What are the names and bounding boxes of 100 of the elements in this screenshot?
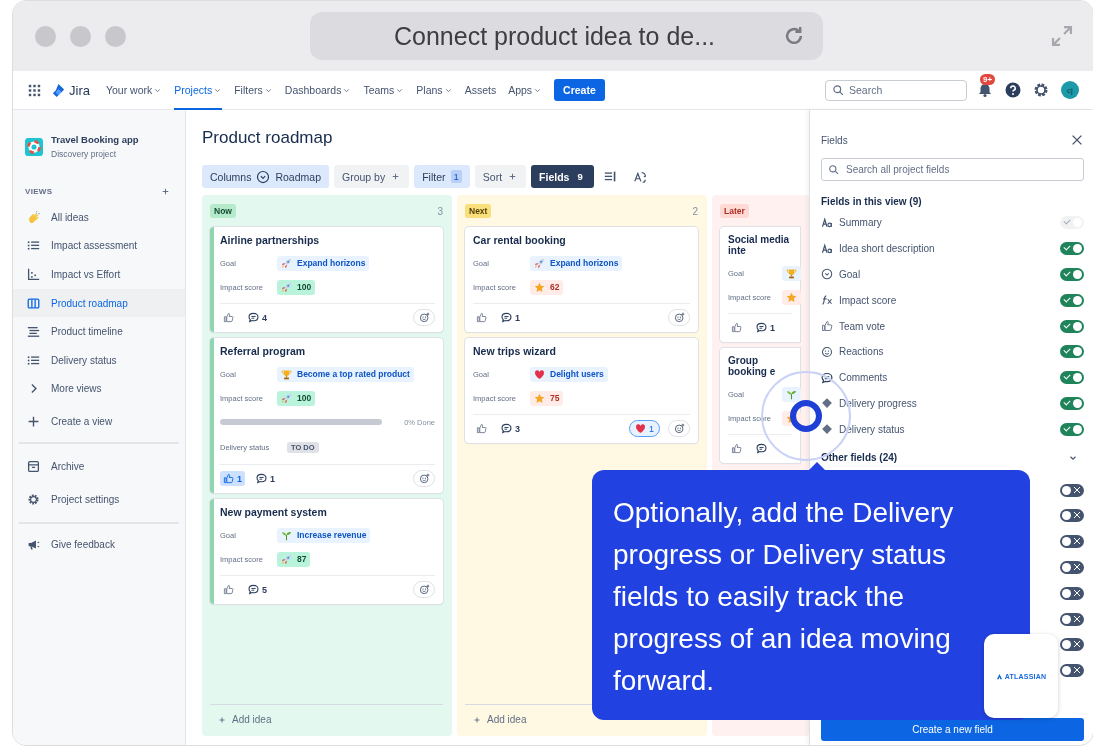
comments-button[interactable]: 1 bbox=[753, 320, 778, 335]
sidebar-item[interactable]: All ideas bbox=[13, 203, 185, 232]
sidebar-item[interactable]: Give feedback bbox=[13, 529, 185, 559]
toggle[interactable] bbox=[1060, 422, 1084, 436]
close-button[interactable] bbox=[1070, 133, 1084, 147]
create-button[interactable]: Create bbox=[554, 79, 605, 101]
create-field-button[interactable]: Create a new field bbox=[821, 718, 1084, 741]
sidebar-item[interactable]: Delivery status bbox=[13, 345, 185, 375]
sprout-icon bbox=[786, 388, 797, 400]
toggle[interactable] bbox=[1060, 319, 1084, 333]
add-idea-button[interactable]: Add idea bbox=[210, 704, 443, 734]
section-heading: VIEWS bbox=[25, 187, 53, 196]
toggle[interactable] bbox=[1060, 560, 1084, 574]
comments-button[interactable]: 1 bbox=[253, 471, 279, 486]
sidebar-item[interactable]: Project settings bbox=[13, 482, 185, 516]
address-bar[interactable]: Connect product idea to de... bbox=[310, 12, 823, 60]
nav-item[interactable]: Plans bbox=[416, 70, 453, 110]
column-label: Now bbox=[210, 204, 236, 218]
comments-button[interactable]: 1 bbox=[498, 310, 523, 325]
toggle[interactable] bbox=[1060, 293, 1084, 307]
nav-item[interactable]: Dashboards bbox=[284, 70, 352, 110]
toolbar-button[interactable]: Sort bbox=[474, 165, 527, 188]
thumbs-up-icon bbox=[223, 473, 234, 484]
settings-icon bbox=[27, 492, 40, 506]
toggle[interactable] bbox=[1060, 242, 1084, 256]
comments-button[interactable]: 3 bbox=[498, 421, 523, 436]
reaction-button[interactable]: 1 bbox=[629, 420, 660, 437]
plus-icon bbox=[27, 414, 40, 428]
star-icon bbox=[534, 281, 545, 293]
project-type: Discovery project bbox=[51, 149, 118, 159]
goal-tag: Increase revenue bbox=[277, 527, 371, 543]
toggle[interactable] bbox=[1060, 396, 1084, 410]
toggle[interactable] bbox=[1060, 664, 1084, 678]
search-field[interactable]: Search bbox=[825, 79, 967, 101]
nav-item[interactable]: Assets bbox=[464, 70, 497, 110]
archive-icon bbox=[27, 459, 40, 473]
sidebar-item[interactable]: Impact vs Effort bbox=[13, 260, 185, 289]
nav-item[interactable]: Apps bbox=[508, 70, 543, 110]
add-reaction-icon bbox=[418, 312, 430, 323]
sidebar-item[interactable]: Impact assessment bbox=[13, 231, 185, 261]
search-icon bbox=[832, 84, 844, 96]
scatter-chart-icon bbox=[27, 268, 40, 281]
comment-icon bbox=[501, 312, 512, 323]
toolbar-button[interactable]: Fields 9 bbox=[531, 165, 594, 188]
comments-button[interactable]: 4 bbox=[245, 310, 270, 325]
nav-item[interactable]: Teams bbox=[363, 70, 405, 110]
sidebar-item[interactable]: Create a view bbox=[13, 407, 185, 436]
toggle[interactable] bbox=[1060, 483, 1084, 497]
toggle[interactable] bbox=[1060, 586, 1084, 600]
score-tag: 87 bbox=[277, 551, 311, 567]
toggle[interactable] bbox=[1060, 638, 1084, 652]
vote-button[interactable]: 1 bbox=[220, 471, 245, 486]
toggle[interactable] bbox=[1060, 345, 1084, 359]
notifications-icon bbox=[977, 82, 993, 98]
nav-item[interactable]: Filters bbox=[234, 70, 273, 110]
address-text: Connect product idea to de... bbox=[394, 21, 717, 51]
add-view-icon bbox=[160, 186, 171, 197]
comment-icon bbox=[248, 584, 259, 595]
settings-icon bbox=[1033, 82, 1049, 98]
search-field[interactable]: Search all project fields bbox=[821, 158, 1084, 181]
comments-button[interactable]: 5 bbox=[245, 582, 270, 597]
search-icon bbox=[828, 163, 839, 175]
dropdown-icon bbox=[256, 169, 271, 184]
toggle[interactable] bbox=[1060, 612, 1084, 626]
rocket-icon bbox=[534, 257, 545, 269]
add-reaction-icon bbox=[418, 584, 430, 595]
field-name: Goal bbox=[839, 269, 861, 280]
add-reaction-icon bbox=[418, 473, 430, 484]
sidebar-item[interactable]: Product timeline bbox=[13, 317, 185, 346]
toggle[interactable] bbox=[1060, 509, 1084, 523]
sidebar-item[interactable]: Product roadmap bbox=[13, 288, 185, 318]
project-name: Travel Booking app bbox=[51, 134, 139, 145]
card-title: Airline partnerships bbox=[220, 234, 321, 246]
sidebar-item[interactable]: More views bbox=[13, 374, 185, 404]
thumbs-up-icon bbox=[731, 322, 742, 333]
card-title: Car rental booking bbox=[473, 234, 567, 246]
count-label: 9 bbox=[576, 170, 584, 183]
comment-icon bbox=[821, 371, 833, 384]
comment-icon bbox=[756, 322, 767, 333]
list-icon bbox=[27, 239, 40, 253]
comments-button[interactable] bbox=[753, 441, 770, 456]
toggle[interactable] bbox=[1060, 535, 1084, 549]
toolbar-button[interactable]: Filter 1 bbox=[414, 165, 470, 188]
toolbar-button[interactable]: Columns Roadmap bbox=[202, 165, 329, 188]
help-icon bbox=[1005, 82, 1021, 98]
field-name: Idea short description bbox=[839, 243, 935, 255]
avatar[interactable]: cj bbox=[1061, 81, 1079, 99]
thumbs-up-icon bbox=[476, 423, 487, 434]
toggle[interactable] bbox=[1060, 268, 1084, 281]
toggle[interactable] bbox=[1060, 371, 1084, 385]
toolbar-button[interactable]: Group by bbox=[333, 165, 410, 188]
section-heading: Other fields (24) bbox=[821, 452, 898, 464]
reload-icon bbox=[783, 25, 805, 47]
sidebar-item[interactable]: Archive bbox=[13, 449, 185, 483]
goal-tag: Become a top rated product bbox=[277, 366, 414, 382]
project-avatar-icon bbox=[25, 137, 43, 156]
nav-item[interactable]: Your work bbox=[105, 70, 163, 110]
expand-icon bbox=[1051, 25, 1073, 47]
text-icon bbox=[821, 242, 833, 255]
star-icon bbox=[786, 291, 797, 303]
